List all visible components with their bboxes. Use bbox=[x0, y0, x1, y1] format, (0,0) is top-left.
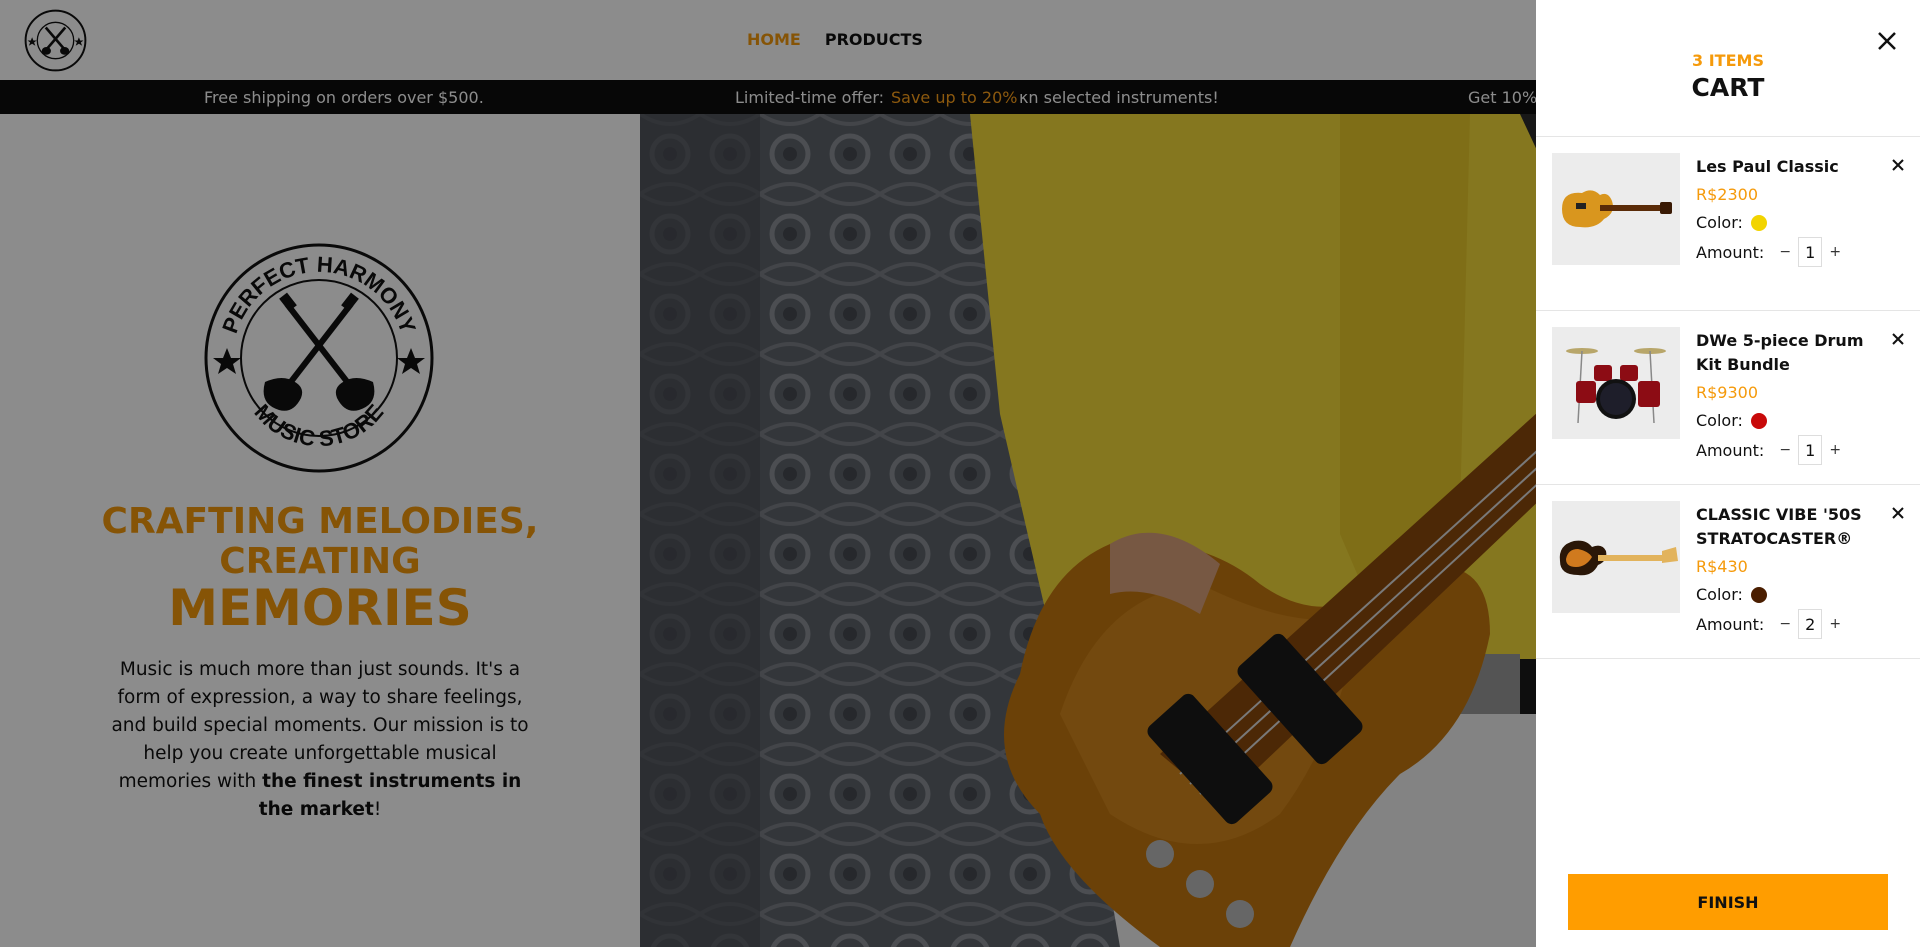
quantity-stepper: − 2 + bbox=[1772, 609, 1848, 639]
cart-title: CART bbox=[1691, 73, 1765, 102]
color-label: Color: bbox=[1696, 585, 1743, 604]
cart-item-name: Les Paul Classic bbox=[1696, 157, 1839, 176]
quantity-stepper: − 1 + bbox=[1772, 237, 1848, 267]
product-image-les-paul bbox=[1552, 153, 1680, 265]
cart-item-amount: Amount: − 1 + bbox=[1696, 435, 1848, 465]
remove-item-icon[interactable] bbox=[1890, 505, 1906, 521]
cart-item: Les Paul Classic R$2300 Color: Amount: −… bbox=[1536, 137, 1920, 311]
cart-item-amount: Amount: − 2 + bbox=[1696, 609, 1848, 639]
cart-item: DWe 5-piece Drum Kit Bundle R$9300 Color… bbox=[1536, 311, 1920, 485]
cart-item-name: CLASSIC VIBE '50S STRATOCASTER® bbox=[1696, 505, 1862, 548]
color-label: Color: bbox=[1696, 411, 1743, 430]
color-swatch bbox=[1750, 412, 1767, 429]
amount-label: Amount: bbox=[1696, 242, 1765, 262]
cart-item-count: 3 ITEMS bbox=[1692, 51, 1764, 70]
cart-item-name: DWe 5-piece Drum Kit Bundle bbox=[1696, 331, 1864, 374]
decrease-button[interactable]: − bbox=[1772, 437, 1798, 463]
product-image-stratocaster bbox=[1552, 501, 1680, 613]
quantity-value[interactable]: 1 bbox=[1798, 435, 1823, 465]
quantity-stepper: − 1 + bbox=[1772, 435, 1848, 465]
cart-item-price: R$430 bbox=[1696, 557, 1748, 576]
quantity-value[interactable]: 1 bbox=[1798, 237, 1823, 267]
remove-item-icon[interactable] bbox=[1890, 331, 1906, 347]
quantity-value[interactable]: 2 bbox=[1798, 609, 1823, 639]
increase-button[interactable]: + bbox=[1822, 611, 1848, 637]
color-swatch bbox=[1750, 586, 1767, 603]
product-image-drum-kit bbox=[1552, 327, 1680, 439]
remove-item-icon[interactable] bbox=[1890, 157, 1906, 173]
cart-item-color: Color: bbox=[1696, 213, 1767, 232]
cart-item-color: Color: bbox=[1696, 411, 1767, 430]
color-swatch bbox=[1750, 214, 1767, 231]
cart-drawer: 3 ITEMS CART Les Paul Classic R$2300 Col… bbox=[1536, 0, 1920, 947]
cart-item-amount: Amount: − 1 + bbox=[1696, 237, 1848, 267]
decrease-button[interactable]: − bbox=[1772, 611, 1798, 637]
cart-item: CLASSIC VIBE '50S STRATOCASTER® R$430 Co… bbox=[1536, 485, 1920, 659]
cart-item-price: R$9300 bbox=[1696, 383, 1759, 402]
color-label: Color: bbox=[1696, 213, 1743, 232]
decrease-button[interactable]: − bbox=[1772, 239, 1798, 265]
amount-label: Amount: bbox=[1696, 614, 1765, 634]
cart-item-color: Color: bbox=[1696, 585, 1767, 604]
increase-button[interactable]: + bbox=[1822, 437, 1848, 463]
cart-item-price: R$2300 bbox=[1696, 185, 1759, 204]
cart-items-list: Les Paul Classic R$2300 Color: Amount: −… bbox=[1536, 136, 1920, 659]
increase-button[interactable]: + bbox=[1822, 239, 1848, 265]
amount-label: Amount: bbox=[1696, 440, 1765, 460]
finish-button[interactable]: FINISH bbox=[1568, 874, 1888, 930]
